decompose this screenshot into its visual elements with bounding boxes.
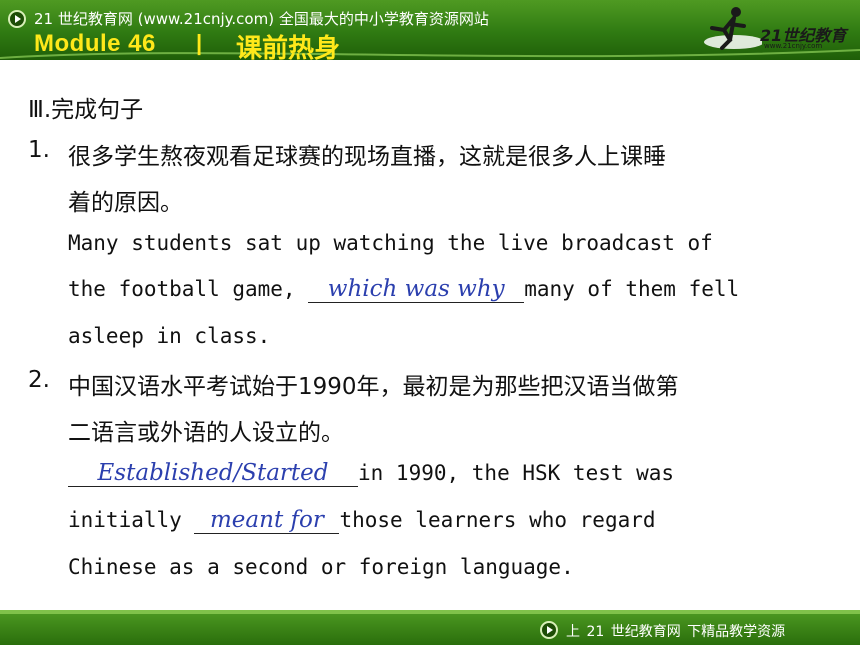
item-2-text-before-blank-2: initially bbox=[68, 508, 195, 532]
section-title: 课前热身 bbox=[236, 34, 341, 60]
runner-logo-icon bbox=[704, 7, 762, 50]
item-1-chinese-line-2: 着的原因。 bbox=[68, 190, 183, 216]
item-2-chinese-line-2: 二语言或外语的人设立的。 bbox=[68, 420, 344, 446]
module-label: Module 46 bbox=[34, 30, 156, 57]
header-bar: 21 世纪教育网 (www.21cnjy.com) 全国最大的中小学教育资源网站… bbox=[0, 0, 860, 60]
item-2-text-after-blank-2: those learners who regard bbox=[339, 508, 656, 532]
title-separator: | bbox=[196, 30, 203, 55]
item-2-english-line-2: initially meant for those learners who re… bbox=[68, 507, 656, 534]
site-logo[interactable]: 21世纪教育 www.21cnjy.com bbox=[700, 4, 850, 52]
play-icon[interactable] bbox=[8, 10, 26, 28]
item-1-english-line-3: asleep in class. bbox=[68, 324, 271, 348]
item-2-answer-blank-2[interactable]: meant for bbox=[194, 507, 340, 534]
item-2-text-after-blank-1: in 1990, the HSK test was bbox=[358, 461, 675, 485]
item-1-english-line-2: the football game, which was why many of … bbox=[68, 276, 739, 303]
item-1-english-line-1: Many students sat up watching the live b… bbox=[68, 231, 713, 255]
site-title[interactable]: 21 世纪教育网 (www.21cnjy.com) 全国最大的中小学教育资源网站 bbox=[34, 8, 489, 29]
item-1-text-after-blank: many of them fell bbox=[524, 277, 740, 301]
footer-slogan[interactable]: 上 21 世纪教育网 下精品教学资源 bbox=[566, 621, 785, 641]
item-2-english-line-1: Established/Started in 1990, the HSK test… bbox=[68, 460, 674, 487]
logo-url: www.21cnjy.com bbox=[764, 42, 823, 50]
item-2-answer-blank-1[interactable]: Established/Started bbox=[68, 460, 358, 487]
item-1-number: 1. bbox=[28, 137, 50, 163]
exercise-heading: Ⅲ.完成句子 bbox=[28, 97, 144, 123]
item-1-answer-blank[interactable]: which was why bbox=[308, 276, 525, 303]
item-2-number: 2. bbox=[28, 367, 50, 393]
item-1-text-before-blank: the football game, bbox=[68, 277, 309, 301]
item-1-chinese-line-1: 很多学生熬夜观看足球赛的现场直播，这就是很多人上课睡 bbox=[68, 144, 666, 170]
item-2-english-line-3: Chinese as a second or foreign language. bbox=[68, 555, 574, 579]
play-icon[interactable] bbox=[540, 621, 558, 639]
footer-bar: 上 21 世纪教育网 下精品教学资源 bbox=[0, 610, 860, 645]
item-2-chinese-line-1: 中国汉语水平考试始于1990年，最初是为那些把汉语当做第 bbox=[68, 374, 679, 400]
